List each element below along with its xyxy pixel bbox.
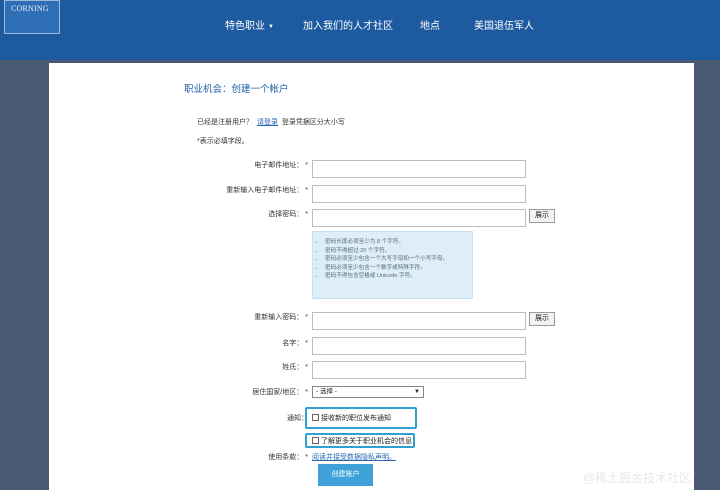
password-confirm-field[interactable]	[312, 312, 526, 330]
password-confirm-label: 重新输入密码： *	[254, 314, 308, 321]
registered-prefix: 已经是注册用户？	[197, 119, 253, 126]
password-field[interactable]	[312, 209, 526, 227]
nav-talent-community[interactable]: 加入我们的人才社区	[303, 17, 393, 32]
nav-us-veterans[interactable]: 美国退伍军人	[474, 17, 534, 32]
password-rule: 密码不得超过 20 个字符。	[325, 247, 472, 256]
email-field[interactable]	[312, 160, 526, 178]
password-requirements-box: 密码长度必须至少为 8 个字符。 密码不得超过 20 个字符。 密码必须至少包含…	[312, 231, 473, 299]
chevron-down-icon: ▼	[414, 389, 420, 395]
notify-new-jobs-checkbox[interactable]	[312, 414, 319, 421]
learn-more-label: 了解更多关于职业机会的信息	[321, 438, 412, 445]
page-title: 职业机会：创建一个帐户	[184, 84, 289, 95]
password-rule: 密码必须至少包含一个数字或特殊字符。	[325, 264, 472, 273]
logo-text: CORNING	[11, 4, 49, 13]
email-label: 电子邮件地址： *	[254, 162, 308, 169]
first-name-label: 名字： *	[282, 340, 308, 347]
learn-more-checkbox[interactable]	[312, 437, 319, 444]
first-name-field[interactable]	[312, 337, 526, 355]
show-password-confirm-button[interactable]: 展示	[529, 312, 555, 326]
password-rule: 密码长度必须至少为 8 个字符。	[325, 238, 472, 247]
show-password-button[interactable]: 展示	[529, 209, 555, 223]
password-rule: 密码必须至少包含一个大写字母和一个小写字母。	[325, 255, 472, 264]
required-field-note: *表示必填字段。	[197, 138, 249, 145]
login-link[interactable]: 请登录	[257, 119, 278, 126]
terms-label: 使用条款： *	[268, 454, 308, 461]
password-rules-list: 密码长度必须至少为 8 个字符。 密码不得超过 20 个字符。 密码必须至少包含…	[313, 232, 472, 281]
privacy-statement-link[interactable]: 阅读并接受数据隐私声明。	[312, 452, 396, 462]
notify-new-jobs-label: 接收新的职位发布通知	[321, 415, 391, 422]
nav-featured-careers-label: 特色职业	[225, 21, 265, 32]
nav-locations[interactable]: 地点	[420, 17, 440, 32]
email-confirm-field[interactable]	[312, 185, 526, 203]
country-selected-value: - 选择 -	[316, 388, 337, 395]
nav-featured-careers[interactable]: 特色职业 ▼	[225, 17, 274, 32]
registered-user-line: 已经是注册用户？ 请登录 登录凭据区分大小写	[197, 117, 345, 127]
email-confirm-label: 重新输入电子邮件地址： *	[226, 187, 308, 194]
corning-logo[interactable]: CORNING	[4, 0, 60, 34]
create-account-button[interactable]: 创建账户	[318, 464, 373, 486]
country-select[interactable]: - 选择 - ▼	[312, 386, 424, 398]
password-rule: 密码不得包含空格或 Unicode 字符。	[325, 272, 472, 281]
watermark: @稀土掘金技术社区	[583, 471, 692, 485]
top-navigation-bar: CORNING 特色职业 ▼ 加入我们的人才社区 地点 美国退伍军人	[0, 0, 720, 60]
country-label: 居住国家/地区： *	[252, 389, 308, 396]
registered-suffix: 登录凭据区分大小写	[281, 119, 345, 126]
chevron-down-icon: ▼	[268, 24, 274, 30]
last-name-label: 姓氏： *	[282, 364, 308, 371]
last-name-field[interactable]	[312, 361, 526, 379]
password-label: 选择密码： *	[268, 211, 308, 218]
